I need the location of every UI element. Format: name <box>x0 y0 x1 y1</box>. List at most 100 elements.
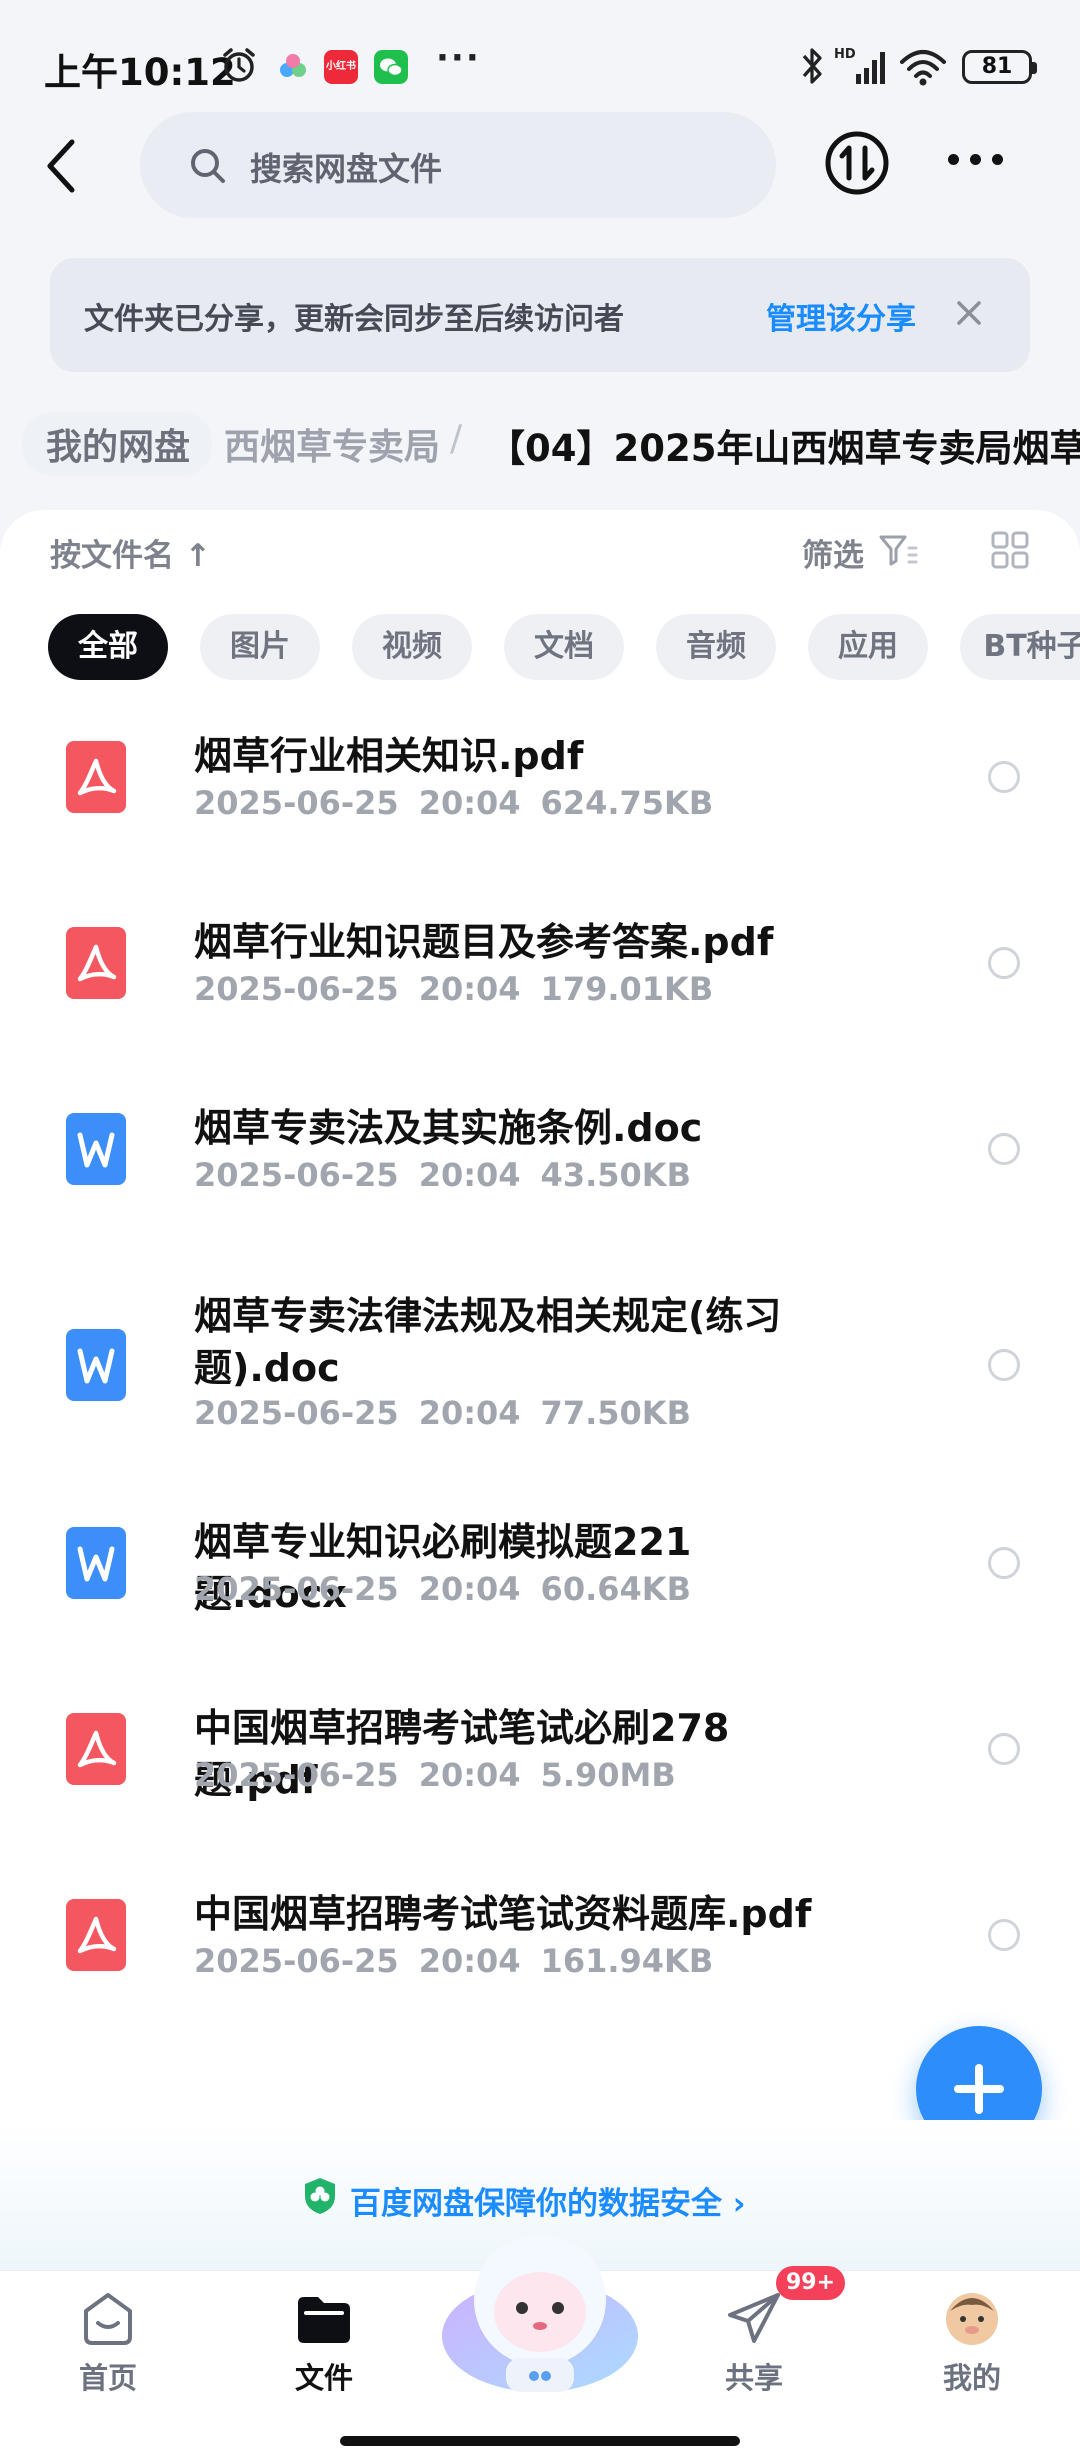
breadcrumb: 西烟草专卖局 我的网盘 / 【04】2025年山西烟草专卖局烟草 <box>0 400 1080 490</box>
status-time: 上午10:12 <box>44 51 236 94</box>
home-indicator <box>340 2436 740 2446</box>
chip-images[interactable]: 图片 <box>200 614 320 680</box>
file-name: 烟草专卖法律法规及相关规定(练习题).doc <box>194 1294 782 1390</box>
cloud-app-icon <box>280 54 306 77</box>
pdf-file-icon <box>66 1899 126 1971</box>
xiaohongshu-icon: 小红书 <box>324 50 358 84</box>
file-time: 20:04 <box>418 1942 521 1980</box>
pdf-file-icon <box>66 741 126 813</box>
file-row[interactable]: 烟草行业知识题目及参考答案.pdf 2025-06-25 20:04 179.01KB <box>0 916 1080 1066</box>
battery-icon: 81 <box>962 50 1037 84</box>
file-time: 20:04 <box>418 784 521 822</box>
tab-mine[interactable]: 我的 <box>902 2289 1042 2399</box>
file-time: 20:04 <box>418 1756 521 1794</box>
more-options-icon[interactable] <box>946 140 1006 180</box>
tab-home-label: 首页 <box>78 2361 137 2395</box>
file-size: 77.50KB <box>540 1394 691 1432</box>
file-row[interactable]: 烟草专卖法律法规及相关规定(练习题).doc 2025-06-25 20:04 77.… <box>0 1290 1080 1480</box>
share-notice-text: 文件夹已分享，更新会同步至后续访问者 <box>84 302 624 337</box>
chip-apps[interactable]: 应用 <box>808 614 928 680</box>
filter-icon[interactable] <box>878 532 918 568</box>
file-row[interactable]: 中国烟草招聘考试笔试必刷278题.pdf 2025-06-25 20:04 5.90M… <box>0 1702 1080 1852</box>
file-name: 烟草行业知识题目及参考答案.pdf <box>194 920 774 964</box>
select-checkbox[interactable] <box>988 761 1020 793</box>
folder-icon <box>298 2297 350 2343</box>
file-row[interactable]: 烟草专卖法及其实施条例.doc 2025-06-25 20:04 43.50KB <box>0 1102 1080 1252</box>
select-checkbox[interactable] <box>988 947 1020 979</box>
select-checkbox[interactable] <box>988 1547 1020 1579</box>
grid-view-icon[interactable] <box>990 530 1030 570</box>
sort-by-name-button[interactable]: 按文件名 ↑ <box>50 530 211 575</box>
file-meta: 2025-06-25 20:04 179.01KB <box>194 970 713 1008</box>
close-icon[interactable] <box>954 298 984 328</box>
chip-all[interactable]: 全部 <box>48 614 168 680</box>
chip-audio[interactable]: 音频 <box>656 614 776 680</box>
file-time: 20:04 <box>418 1394 521 1432</box>
file-size: 179.01KB <box>540 970 714 1008</box>
file-name: 烟草行业相关知识.pdf <box>194 734 584 778</box>
bluetooth-icon <box>802 48 822 84</box>
file-date: 2025-06-25 <box>194 1394 399 1432</box>
status-bar: 上午10:12 小红书 ··· HD 81 <box>0 0 1080 130</box>
transfer-sync-icon[interactable] <box>824 130 890 196</box>
tab-mine-label: 我的 <box>942 2361 1001 2395</box>
search-input[interactable]: 搜索网盘文件 <box>140 112 776 218</box>
tab-share[interactable]: 共享 <box>684 2289 824 2399</box>
file-name: 烟草专卖法及其实施条例.doc <box>194 1106 703 1150</box>
file-size: 60.64KB <box>540 1570 691 1608</box>
file-size: 5.90MB <box>540 1756 676 1794</box>
select-checkbox[interactable] <box>988 1733 1020 1765</box>
breadcrumb-item-root[interactable]: 我的网盘 <box>22 412 213 476</box>
send-icon <box>728 2293 780 2343</box>
file-row[interactable]: 烟草行业相关知识.pdf 2025-06-25 20:04 624.75KB <box>0 730 1080 880</box>
chip-bt-torrents[interactable]: BT种子 <box>960 614 1080 680</box>
file-size: 624.75KB <box>540 784 714 822</box>
file-time: 20:04 <box>418 1570 521 1608</box>
wifi-icon <box>900 50 946 86</box>
signal-icon: HD <box>834 47 885 84</box>
more-notifications-icon: ··· <box>436 38 481 78</box>
manage-share-link[interactable]: 管理该分享 <box>766 294 916 338</box>
mascot-assistant-icon[interactable] <box>436 2218 644 2398</box>
file-row[interactable]: 烟草专业知识必刷模拟题221题.docx 2025-06-25 20:04 60.64… <box>0 1516 1080 1666</box>
data-safety-link[interactable]: 百度网盘保障你的数据安全 › <box>350 2178 746 2222</box>
avatar <box>946 2293 998 2345</box>
tab-home[interactable]: 首页 <box>38 2289 178 2399</box>
back-icon[interactable] <box>40 136 84 196</box>
chip-documents[interactable]: 文档 <box>504 614 624 680</box>
file-date: 2025-06-25 <box>194 1156 399 1194</box>
pdf-file-icon <box>66 927 126 999</box>
file-date: 2025-06-25 <box>194 1570 399 1608</box>
word-file-icon <box>66 1113 126 1185</box>
select-checkbox[interactable] <box>988 1919 1020 1951</box>
pdf-file-icon <box>66 1713 126 1785</box>
share-notice-banner: 文件夹已分享，更新会同步至后续访问者 管理该分享 <box>50 258 1030 372</box>
select-checkbox[interactable] <box>988 1133 1020 1165</box>
wechat-icon <box>374 50 408 84</box>
file-type-filter-chips: 全部 图片 视频 文档 音频 应用 BT种子 <box>48 614 1080 684</box>
tab-files[interactable]: 文件 <box>254 2289 394 2399</box>
shield-icon <box>305 2178 335 2214</box>
file-meta: 2025-06-25 20:04 43.50KB <box>194 1156 691 1194</box>
tab-files-label: 文件 <box>294 2361 353 2395</box>
chip-videos[interactable]: 视频 <box>352 614 472 680</box>
file-date: 2025-06-25 <box>194 970 399 1008</box>
file-meta: 2025-06-25 20:04 60.64KB <box>194 1570 691 1608</box>
breadcrumb-item-current: 【04】2025年山西烟草专卖局烟草 <box>488 427 1080 470</box>
breadcrumb-separator: / <box>450 418 463 459</box>
word-file-icon <box>66 1527 126 1599</box>
svg-text:HD: HD <box>834 47 856 62</box>
filter-button[interactable]: 筛选 <box>802 530 864 575</box>
file-time: 20:04 <box>418 970 521 1008</box>
file-name: 中国烟草招聘考试笔试资料题库.pdf <box>194 1892 812 1936</box>
file-size: 161.94KB <box>540 1942 714 1980</box>
file-row[interactable]: 中国烟草招聘考试笔试资料题库.pdf 2025-06-25 20:04 161.94K… <box>0 1888 1080 2038</box>
home-icon <box>84 2293 132 2345</box>
tab-share-label: 共享 <box>724 2361 783 2395</box>
file-meta: 2025-06-25 20:04 77.50KB <box>194 1394 691 1432</box>
breadcrumb-item-parent[interactable]: 西烟草专卖局 <box>224 418 440 470</box>
select-checkbox[interactable] <box>988 1349 1020 1381</box>
file-size: 43.50KB <box>540 1156 691 1194</box>
file-meta: 2025-06-25 20:04 624.75KB <box>194 784 713 822</box>
file-date: 2025-06-25 <box>194 1756 399 1794</box>
